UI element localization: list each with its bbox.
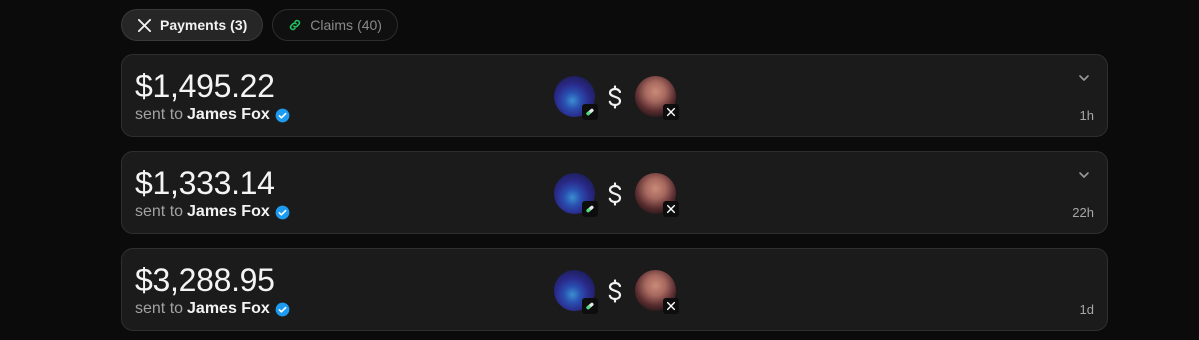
dollar-transfer-icon bbox=[606, 279, 624, 303]
recipient-avatar[interactable] bbox=[635, 173, 679, 217]
payment-card[interactable]: $1,333.14 sent to James Fox 22h bbox=[121, 151, 1108, 234]
payment-amount: $1,333.14 bbox=[135, 165, 275, 201]
tab-bar: Payments (3) Claims (40) bbox=[121, 9, 398, 41]
sender-avatar[interactable] bbox=[554, 270, 598, 314]
tab-claims-count: (40) bbox=[357, 17, 382, 33]
chevron-down-icon[interactable] bbox=[1077, 168, 1091, 182]
link-badge-icon bbox=[582, 201, 598, 217]
tab-claims-label: Claims bbox=[310, 17, 354, 33]
sender-avatar[interactable] bbox=[554, 76, 598, 120]
sent-to-label: sent to bbox=[135, 203, 184, 220]
link-icon bbox=[288, 18, 302, 32]
link-badge-icon bbox=[582, 104, 598, 120]
payment-recipient-line: sent to James Fox bbox=[135, 105, 290, 125]
payment-amount: $3,288.95 bbox=[135, 262, 275, 298]
tab-payments-label: Payments bbox=[160, 17, 227, 33]
payment-recipient-line: sent to James Fox bbox=[135, 299, 290, 319]
tab-claims[interactable]: Claims (40) bbox=[272, 9, 398, 41]
tab-payments[interactable]: Payments (3) bbox=[121, 9, 264, 41]
x-logo-icon bbox=[137, 18, 152, 33]
dollar-transfer-icon bbox=[606, 182, 624, 206]
x-badge-icon bbox=[663, 201, 679, 217]
sent-to-label: sent to bbox=[135, 106, 184, 123]
payment-time: 1d bbox=[1079, 302, 1094, 317]
payment-amount: $1,495.22 bbox=[135, 68, 275, 104]
recipient-name[interactable]: James Fox bbox=[187, 105, 270, 125]
payment-card[interactable]: $3,288.95 sent to James Fox 1d bbox=[121, 248, 1108, 331]
recipient-avatar[interactable] bbox=[635, 270, 679, 314]
x-badge-icon bbox=[663, 104, 679, 120]
sender-avatar[interactable] bbox=[554, 173, 598, 217]
sent-to-label: sent to bbox=[135, 300, 184, 317]
recipient-name[interactable]: James Fox bbox=[187, 299, 270, 319]
chevron-down-icon[interactable] bbox=[1077, 71, 1091, 85]
tab-payments-count: (3) bbox=[230, 17, 248, 33]
verified-badge-icon bbox=[275, 108, 290, 123]
link-badge-icon bbox=[582, 298, 598, 314]
recipient-avatar[interactable] bbox=[635, 76, 679, 120]
payment-card[interactable]: $1,495.22 sent to James Fox 1h bbox=[121, 54, 1108, 137]
x-badge-icon bbox=[663, 298, 679, 314]
verified-badge-icon bbox=[275, 205, 290, 220]
payment-time: 22h bbox=[1072, 205, 1094, 220]
payment-time: 1h bbox=[1079, 108, 1094, 123]
payment-recipient-line: sent to James Fox bbox=[135, 202, 290, 222]
recipient-name[interactable]: James Fox bbox=[187, 202, 270, 222]
dollar-transfer-icon bbox=[606, 85, 624, 109]
verified-badge-icon bbox=[275, 302, 290, 317]
